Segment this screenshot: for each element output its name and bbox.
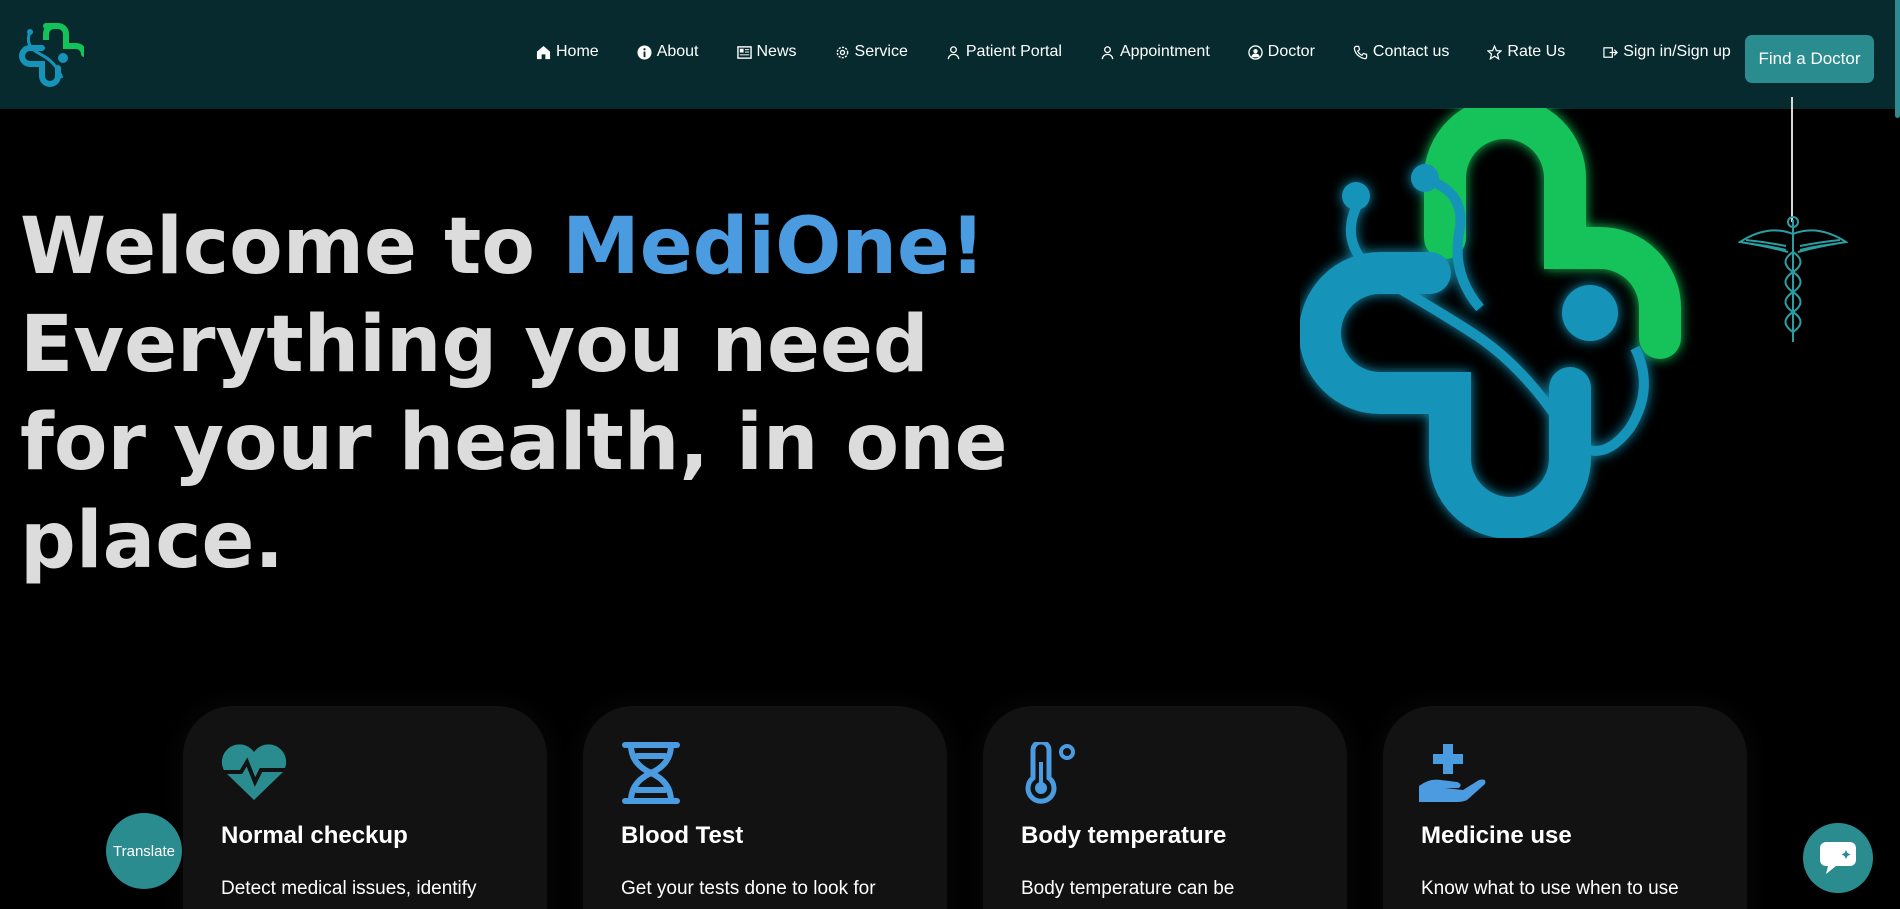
hero-brand: MediOne! (562, 202, 986, 292)
hanging-string (1791, 97, 1793, 222)
dna-icon (622, 742, 680, 804)
home-icon (536, 45, 551, 60)
nav-home-label: Home (556, 43, 599, 60)
heartbeat-icon (221, 744, 287, 800)
card-title: Blood Test (621, 822, 744, 849)
hero-tagline: Everything you need for your health, in … (20, 300, 1008, 586)
navbar: Home About News Service Patient Portal A… (0, 0, 1900, 109)
gear-icon (835, 45, 850, 60)
nav-appointment[interactable]: Appointment (1100, 43, 1210, 61)
card-text: Body temperature can be (1021, 878, 1235, 899)
nav-sign-in-label: Sign in/Sign up (1623, 43, 1731, 60)
user-circle-icon (1248, 44, 1263, 60)
nav-rate-us-label: Rate Us (1507, 43, 1566, 60)
sign-in-icon (1603, 45, 1619, 60)
nav-news-label: News (756, 43, 797, 60)
nav-patient-portal-label: Patient Portal (965, 43, 1062, 60)
nav-about[interactable]: About (637, 43, 699, 61)
service-card-blood-test[interactable]: Blood Test Get your tests done to look f… (583, 706, 947, 909)
find-doctor-button[interactable]: Find a Doctor (1745, 35, 1874, 83)
star-icon (1487, 44, 1503, 60)
logo-icon[interactable] (18, 22, 84, 88)
caduceus-icon[interactable] (1738, 212, 1848, 348)
nav-doctor[interactable]: Doctor (1248, 43, 1315, 61)
nav-links: Home About News Service Patient Portal A… (536, 38, 1769, 66)
user-icon (1100, 45, 1115, 60)
service-card-body-temperature[interactable]: Body temperature Body temperature can be (983, 706, 1347, 909)
user-icon (946, 45, 961, 60)
nav-service-label: Service (854, 43, 908, 60)
info-icon (637, 44, 652, 60)
hero-title: Welcome to MediOne! Everything you need … (20, 198, 1060, 590)
nav-patient-portal[interactable]: Patient Portal (946, 43, 1062, 61)
service-card-medicine-use[interactable]: Medicine use Know what to use when to us… (1383, 706, 1747, 909)
phone-icon (1353, 45, 1368, 60)
nav-news[interactable]: News (736, 43, 797, 61)
newspaper-icon (736, 45, 752, 60)
chat-icon (1820, 842, 1856, 874)
card-text: Know what to use when to use (1421, 878, 1679, 899)
nav-rate-us[interactable]: Rate Us (1487, 43, 1565, 61)
card-title: Body temperature (1021, 822, 1227, 849)
nav-doctor-label: Doctor (1267, 43, 1315, 60)
nav-contact[interactable]: Contact us (1353, 43, 1449, 61)
chat-button[interactable] (1803, 823, 1873, 893)
medione-logo-icon (1300, 108, 1681, 538)
nav-home[interactable]: Home (536, 43, 599, 61)
card-text: Get your tests done to look for (621, 878, 876, 899)
nav-service[interactable]: Service (835, 43, 908, 61)
card-title: Medicine use (1421, 822, 1572, 849)
thermometer-icon (1025, 742, 1075, 804)
nav-about-label: About (656, 43, 699, 60)
nav-sign-in[interactable]: Sign in/Sign up (1603, 43, 1731, 61)
card-text: Detect medical issues, identify (221, 878, 477, 899)
hand-medical-icon (1419, 744, 1486, 802)
scrollbar-thumb[interactable] (1895, 0, 1900, 118)
nav-contact-label: Contact us (1372, 43, 1450, 60)
translate-button[interactable]: Translate (106, 813, 182, 889)
service-card-normal-checkup[interactable]: Normal checkup Detect medical issues, id… (183, 706, 547, 909)
card-title: Normal checkup (221, 822, 408, 849)
hero-welcome: Welcome to (20, 202, 563, 292)
nav-appointment-label: Appointment (1119, 43, 1210, 60)
